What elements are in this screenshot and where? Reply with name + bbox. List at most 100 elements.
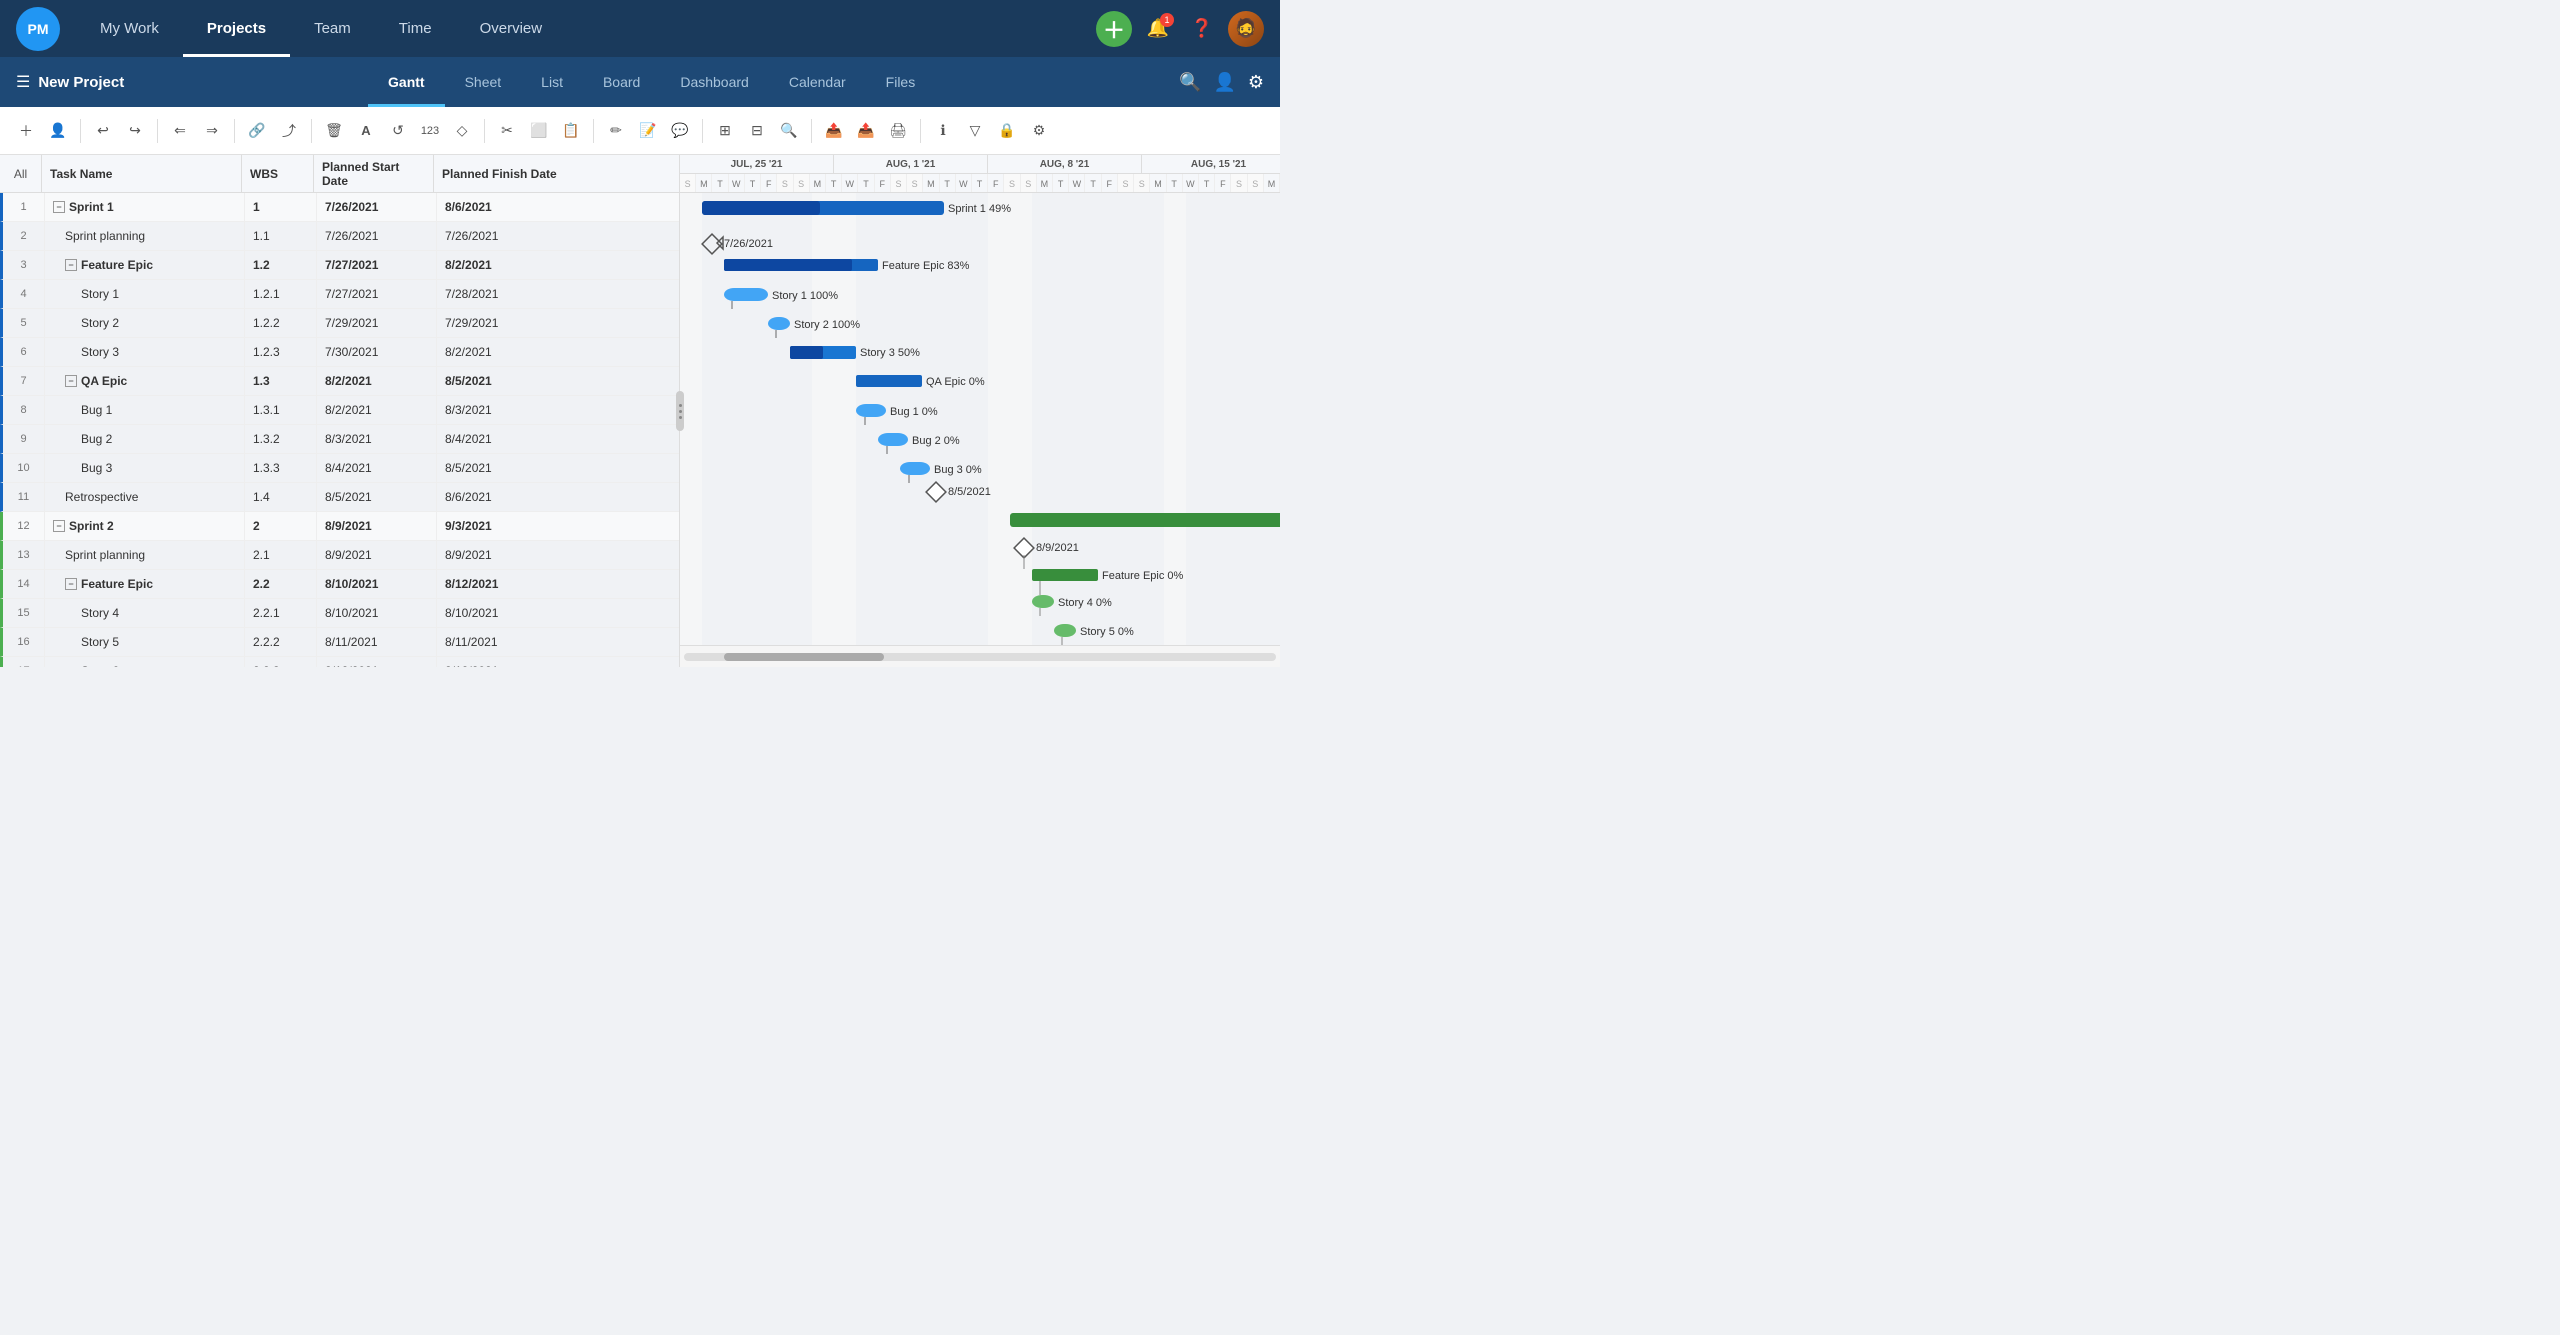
start-date: 8/12/2021 [317, 657, 437, 667]
avatar[interactable]: 🧔 [1228, 11, 1264, 47]
export-button[interactable]: 📤 [820, 117, 848, 145]
add-task-button[interactable]: ＋ [12, 117, 40, 145]
table-row[interactable]: 16 Story 5 2.2.2 8/11/2021 8/11/2021 [0, 628, 679, 657]
wbs-value: 1.1 [245, 222, 317, 250]
format-text-button[interactable]: A [352, 117, 380, 145]
table-row[interactable]: 17 Story 6 2.2.3 8/12/2021 8/12/2021 [0, 657, 679, 667]
table-row[interactable]: 13 Sprint planning 2.1 8/9/2021 8/9/2021 [0, 541, 679, 570]
table-row[interactable]: 11 Retrospective 1.4 8/5/2021 8/6/2021 [0, 483, 679, 512]
indent-button[interactable]: ⇒ [198, 117, 226, 145]
row-number: 9 [3, 425, 45, 453]
nav-projects[interactable]: Projects [183, 0, 290, 57]
panel-resize-handle[interactable] [676, 391, 684, 431]
reset-button[interactable]: ↺ [384, 117, 412, 145]
draw-button[interactable]: ✏ [602, 117, 630, 145]
story3-label: Story 3 50% [860, 347, 920, 359]
wbs-value: 1.2.1 [245, 280, 317, 308]
add-button[interactable]: ＋ [1096, 11, 1132, 47]
wbs-value: 2 [245, 512, 317, 540]
collapse-icon[interactable]: − [53, 520, 65, 532]
table-row[interactable]: 4 Story 1 1.2.1 7/27/2021 7/28/2021 [0, 280, 679, 309]
notifications-button[interactable]: 🔔 1 [1140, 11, 1176, 47]
unlink-button[interactable]: ⤴ [275, 117, 303, 145]
info-button[interactable]: ℹ [929, 117, 957, 145]
tab-dashboard[interactable]: Dashboard [660, 57, 769, 107]
nav-my-work[interactable]: My Work [76, 0, 183, 57]
share-button[interactable]: 📤 [852, 117, 880, 145]
outdent-button[interactable]: ⇐ [166, 117, 194, 145]
expand-button[interactable]: ⊞ [711, 117, 739, 145]
table-row[interactable]: 3 − Feature Epic 1.2 7/27/2021 8/2/2021 [0, 251, 679, 280]
row-number: 3 [3, 251, 45, 279]
comment-button[interactable]: 💬 [666, 117, 694, 145]
collapse-icon[interactable]: − [65, 375, 77, 387]
story1-label: Story 1 100% [772, 290, 838, 302]
redo-button[interactable]: ↪ [121, 117, 149, 145]
nav-overview[interactable]: Overview [456, 0, 567, 57]
wbs-value: 2.2.2 [245, 628, 317, 656]
table-row[interactable]: 10 Bug 3 1.3.3 8/4/2021 8/5/2021 [0, 454, 679, 483]
gantt-day: W [1183, 174, 1199, 193]
table-row[interactable]: 15 Story 4 2.2.1 8/10/2021 8/10/2021 [0, 599, 679, 628]
link-button[interactable]: 🔗 [243, 117, 271, 145]
sprint1-label: Sprint 1 49% [948, 203, 1011, 215]
table-row[interactable]: 7 − QA Epic 1.3 8/2/2021 8/5/2021 [0, 367, 679, 396]
collapse-icon[interactable]: − [65, 259, 77, 271]
drag-dot [679, 404, 682, 407]
gantt-day: S [1231, 174, 1247, 193]
collapse-icon[interactable]: − [53, 201, 65, 213]
nav-time[interactable]: Time [375, 0, 456, 57]
gantt-day: S [1134, 174, 1150, 193]
table-row[interactable]: 1 − Sprint 1 1 7/26/2021 8/6/2021 [0, 193, 679, 222]
table-header: All Task Name WBS Planned Start Date Pla… [0, 155, 679, 193]
table-row[interactable]: 8 Bug 1 1.3.1 8/2/2021 8/3/2021 [0, 396, 679, 425]
numbering-button[interactable]: 123 [416, 117, 444, 145]
help-button[interactable]: ❓ [1184, 11, 1220, 47]
table-row[interactable]: 5 Story 2 1.2.2 7/29/2021 7/29/2021 [0, 309, 679, 338]
start-date: 8/2/2021 [317, 396, 437, 424]
print-button[interactable]: 🖨 [884, 117, 912, 145]
table-row[interactable]: 14 − Feature Epic 2.2 8/10/2021 8/12/202… [0, 570, 679, 599]
settings-icon[interactable]: ⚙ [1248, 72, 1264, 93]
gantt-scrollbar[interactable] [680, 645, 1280, 667]
menu-icon[interactable]: ☰ [16, 72, 30, 92]
gantt-day: F [988, 174, 1004, 193]
table-row[interactable]: 2 Sprint planning 1.1 7/26/2021 7/26/202… [0, 222, 679, 251]
filter-button[interactable]: ▽ [961, 117, 989, 145]
task-name: Retrospective [45, 483, 245, 511]
collapse-icon[interactable]: − [65, 578, 77, 590]
gantt-settings-button[interactable]: ⚙ [1025, 117, 1053, 145]
tab-calendar[interactable]: Calendar [769, 57, 866, 107]
gantt-week: AUG, 15 '21 [1142, 155, 1280, 173]
table-row[interactable]: 9 Bug 2 1.3.2 8/3/2021 8/4/2021 [0, 425, 679, 454]
finish-date: 8/11/2021 [437, 628, 679, 656]
gantt-scrollbar-track[interactable] [684, 653, 1276, 661]
gantt-day: T [972, 174, 988, 193]
tab-gantt[interactable]: Gantt [368, 57, 445, 107]
tab-sheet[interactable]: Sheet [445, 57, 522, 107]
zoom-button[interactable]: 🔍 [775, 117, 803, 145]
copy-button[interactable]: ⬜ [525, 117, 553, 145]
gantt-scrollbar-thumb[interactable] [724, 653, 884, 661]
paste-button[interactable]: 📋 [557, 117, 585, 145]
delete-button[interactable]: 🗑 [320, 117, 348, 145]
lock-button[interactable]: 🔒 [993, 117, 1021, 145]
search-icon[interactable]: 🔍 [1179, 72, 1201, 93]
feature-epic-label: Feature Epic 83% [882, 260, 970, 272]
col-start: Planned Start Date [314, 155, 434, 192]
table-row[interactable]: 6 Story 3 1.2.3 7/30/2021 8/2/2021 [0, 338, 679, 367]
notes-button[interactable]: 📝 [634, 117, 662, 145]
tab-list[interactable]: List [521, 57, 583, 107]
tab-files[interactable]: Files [866, 57, 936, 107]
table-row[interactable]: 12 − Sprint 2 2 8/9/2021 9/3/2021 [0, 512, 679, 541]
tab-board[interactable]: Board [583, 57, 660, 107]
user-management-icon[interactable]: 👤 [1213, 72, 1235, 93]
nav-team[interactable]: Team [290, 0, 375, 57]
cut-button[interactable]: ✂ [493, 117, 521, 145]
undo-button[interactable]: ↩ [89, 117, 117, 145]
logo[interactable]: PM [16, 7, 60, 51]
assign-button[interactable]: 👤 [44, 117, 72, 145]
col-wbs: WBS [242, 155, 314, 192]
milestone-button[interactable]: ◇ [448, 117, 476, 145]
collapse-button[interactable]: ⊟ [743, 117, 771, 145]
